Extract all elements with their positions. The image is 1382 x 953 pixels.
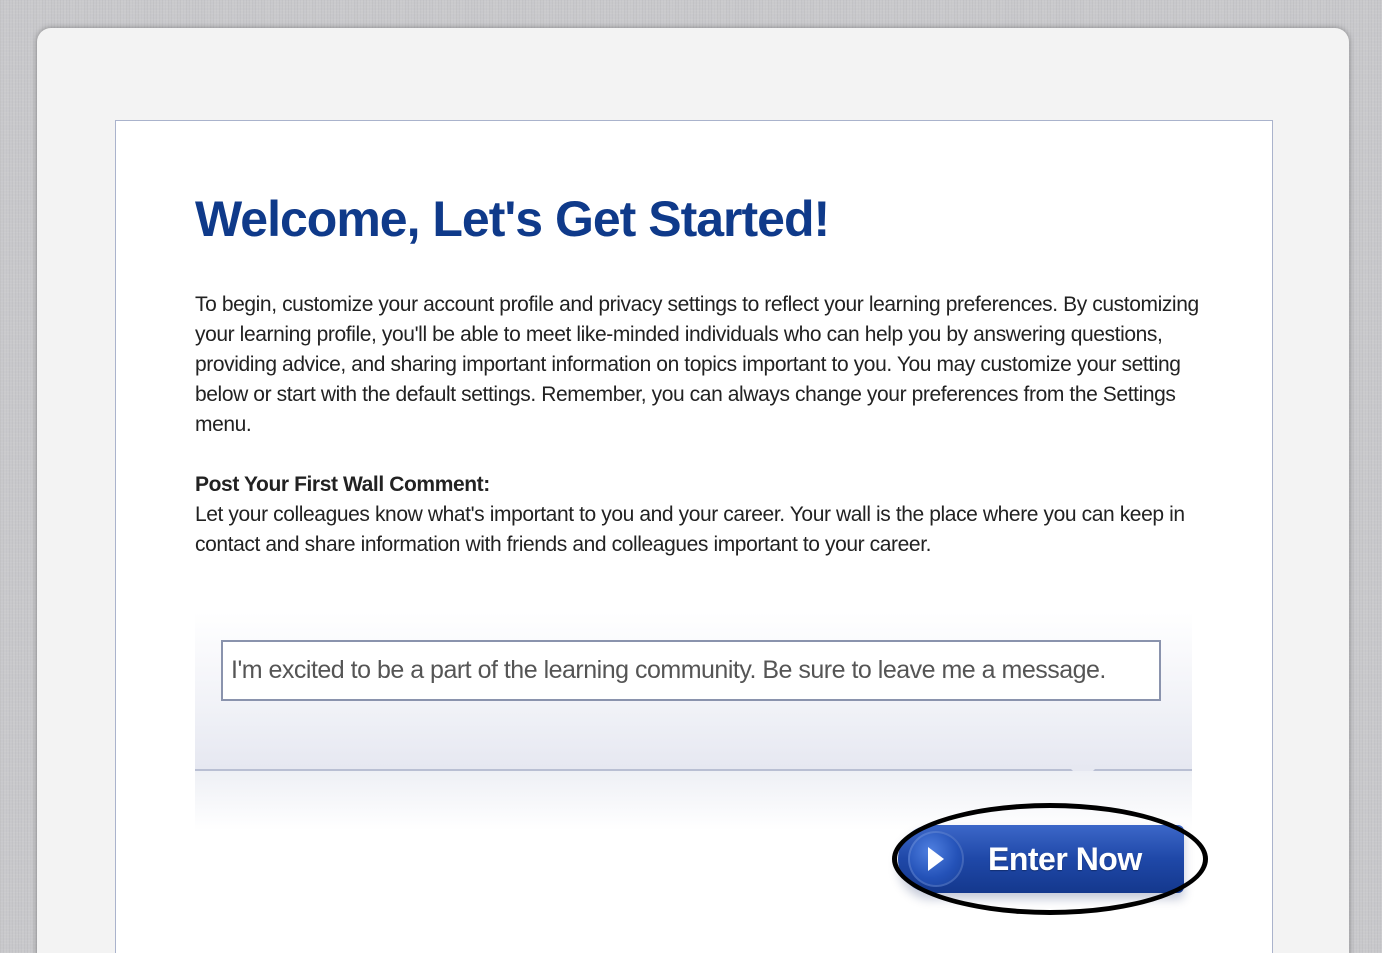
wall-comment-description: Let your colleagues know what's importan… [195,503,1185,556]
intro-text: To begin, customize your account profile… [195,293,1199,436]
wall-comment-heading: Post Your First Wall Comment: [195,473,490,496]
wall-comment-input[interactable] [221,640,1161,701]
enter-now-button[interactable]: Enter Now [898,825,1184,893]
play-arrow-icon [908,831,964,887]
page-background: Welcome, Let's Get Started! To begin, cu… [0,0,1382,953]
composer-footer [195,771,1192,831]
page-title: Welcome, Let's Get Started! [195,191,830,247]
enter-now-label: Enter Now [988,841,1142,877]
